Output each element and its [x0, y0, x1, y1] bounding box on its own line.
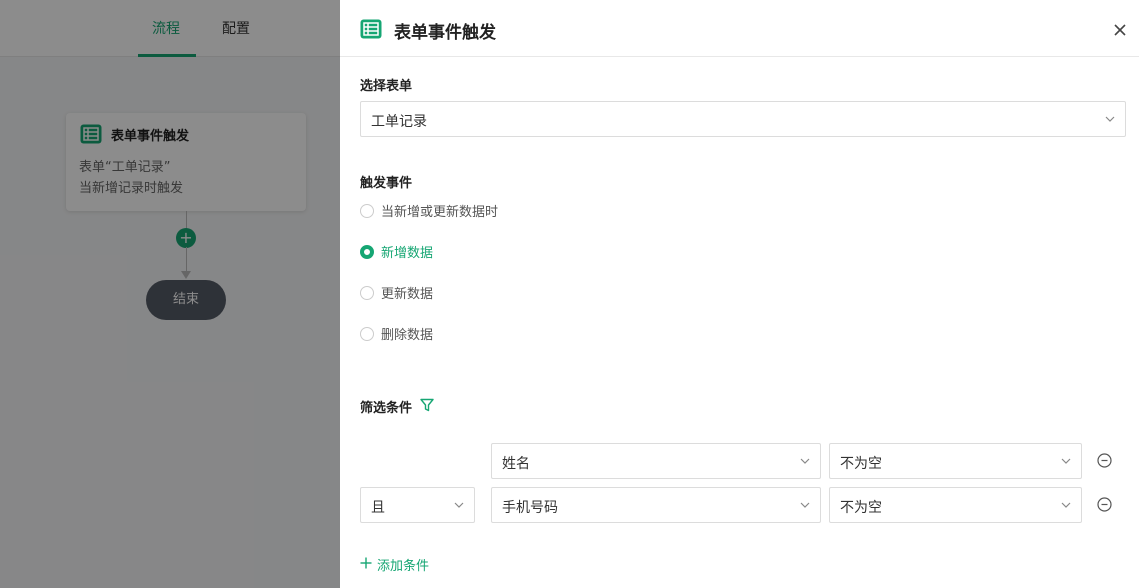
form-select-value: 工单记录	[371, 114, 427, 130]
condition-field-select[interactable]: 姓名	[491, 443, 821, 479]
chevron-down-icon	[1061, 458, 1071, 464]
radio-label: 更新数据	[381, 287, 434, 302]
trigger-event-label: 触发事件	[360, 176, 413, 191]
radio-circle-selected[interactable]	[360, 245, 374, 259]
condition-field-select[interactable]: 手机号码	[491, 487, 821, 523]
radio-label: 当新增或更新数据时	[381, 205, 499, 220]
minus-circle-icon[interactable]	[1097, 497, 1112, 512]
table-icon	[360, 19, 382, 39]
trigger-config-drawer: 表单事件触发 选择表单 工单记录 触发事件 当新增或更新数据时 新增数据 更新数…	[340, 0, 1139, 588]
add-condition-label: 添加条件	[377, 559, 430, 574]
condition-operator-select[interactable]: 不为空	[829, 487, 1082, 523]
chevron-down-icon	[1061, 502, 1071, 508]
condition-operator-select[interactable]: 不为空	[829, 443, 1082, 479]
condition-logic-select[interactable]: 且	[360, 487, 475, 523]
chevron-down-icon	[454, 502, 464, 508]
radio-circle[interactable]	[360, 286, 374, 300]
condition-field-value: 手机号码	[502, 500, 558, 516]
drawer-header: 表单事件触发	[340, 0, 1139, 57]
radio-circle[interactable]	[360, 327, 374, 341]
plus-icon	[360, 557, 372, 569]
chevron-down-icon	[800, 502, 810, 508]
form-select[interactable]: 工单记录	[360, 101, 1126, 137]
radio-circle[interactable]	[360, 204, 374, 218]
drawer-title: 表单事件触发	[394, 23, 496, 43]
condition-logic-value: 且	[371, 500, 385, 516]
condition-operator-value: 不为空	[840, 500, 882, 516]
chevron-down-icon	[1105, 116, 1115, 122]
condition-operator-value: 不为空	[840, 456, 882, 472]
radio-label: 新增数据	[381, 246, 434, 261]
condition-field-value: 姓名	[502, 456, 530, 472]
radio-label: 删除数据	[381, 328, 434, 343]
chevron-down-icon	[800, 458, 810, 464]
filter-icon	[420, 398, 434, 412]
filter-conditions-label: 筛选条件	[360, 401, 413, 416]
close-icon[interactable]	[1113, 23, 1127, 37]
minus-circle-icon[interactable]	[1097, 453, 1112, 468]
form-select-label: 选择表单	[360, 79, 413, 94]
